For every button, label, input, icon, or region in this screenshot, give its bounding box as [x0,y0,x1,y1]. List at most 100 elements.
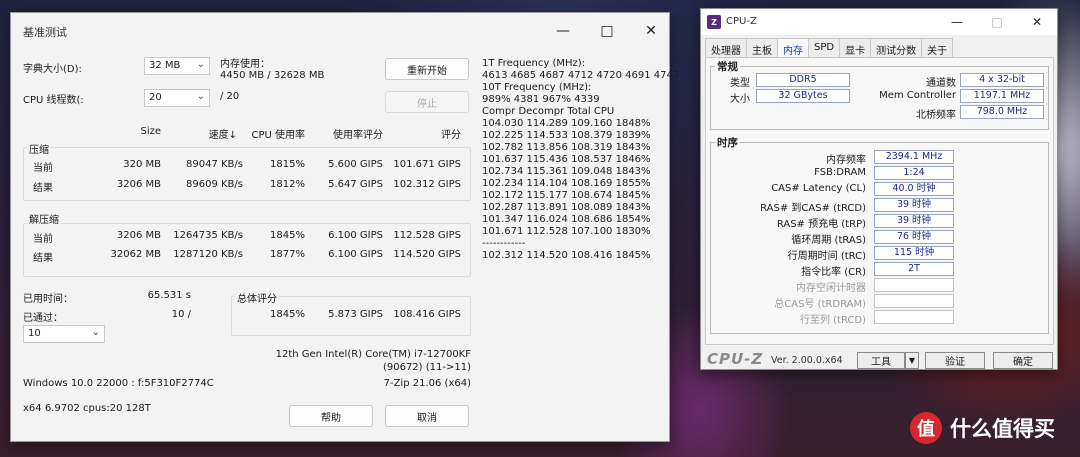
passed-value: 10 / [171,309,191,320]
compress-label: 压缩 [27,141,51,156]
tools-dropdown-icon[interactable]: ▼ [905,352,919,369]
northbridge-value: 798.0 MHz [960,105,1044,119]
row-cpu: 1815% [270,159,305,170]
col-cpu: CPU 使用率 [251,130,305,141]
elapsed-value: 65.531 s [147,290,191,301]
log-row: 102.172 115.177 108.674 1845% [482,190,651,201]
tools-button[interactable]: 工具 [857,352,905,369]
row-speed: 89047 KB/s [186,159,243,170]
timing-value: 40.0 时钟 [874,182,954,196]
title-bar: Z CPU-Z — □ ✕ [701,9,1057,35]
maximize-icon[interactable]: □ [587,13,627,49]
timing-label: 内存频率 [826,155,866,166]
row-speed: 1287120 KB/s [173,249,243,260]
total-rating-label: 总体评分 [235,290,279,305]
row-cpu: 1877% [270,249,305,260]
dict-label: 字典大小(D): [23,64,82,75]
row-size: 3206 MB [116,179,161,190]
chevron-down-icon: ⌄ [91,327,100,338]
row-name: 结果 [33,183,53,194]
freq-10t-label: 10T Frequency (MHz): [482,82,592,93]
timing-label: RAS# 预充电 (tRP) [776,219,866,230]
passes-value: 10 [28,328,41,339]
benchmark-window: 基准测试 — □ ✕ 字典大小(D): 32 MB ⌄ 内存使用： 4450 M… [10,12,679,442]
log-row: 102.287 113.891 108.089 1843% [482,202,651,213]
row-rpu: 6.100 GIPS [328,230,383,241]
threads-select[interactable]: 20 ⌄ [144,89,210,107]
maximize-icon[interactable]: □ [979,9,1015,35]
title-bar: 基准测试 — □ ✕ [11,13,669,49]
cancel-button[interactable]: 取消 [385,405,469,427]
col-rating-per-usage: 使用率评分 [333,130,383,141]
ok-button[interactable]: 确定 [993,352,1053,369]
chevron-down-icon: ⌄ [196,59,205,70]
cpuz-brand-logo: CPU-Z [707,350,764,368]
row-rpu: 5.600 GIPS [328,159,383,170]
timing-value [874,278,954,292]
tab-cpu[interactable]: 处理器 [705,38,747,58]
timing-label: 循环周期 (tRAS) [791,235,866,246]
minimize-icon[interactable]: — [543,13,583,49]
timing-value: 1:24 [874,166,954,180]
version-label: Ver. 2.00.0.x64 [771,355,843,366]
close-icon[interactable]: ✕ [631,13,671,49]
row-name: 当前 [33,163,53,174]
memctrl-value: 1197.1 MHz [960,89,1044,103]
tab-memory[interactable]: 内存 [777,38,809,59]
log-row: 101.347 116.024 108.686 1854% [482,214,651,225]
freq-1t-values: 4613 4685 4687 4712 4720 4691 4743 [482,70,680,81]
mem-value: 4450 MB / 32628 MB [220,70,325,81]
restart-button[interactable]: 重新开始 [385,58,469,80]
log-separator: ------------ [482,238,526,249]
minimize-icon[interactable]: — [939,9,975,35]
timing-value: 39 时钟 [874,198,954,212]
timing-value: 76 时钟 [874,230,954,244]
arch-info: x64 6.9702 cpus:20 128T [23,403,151,414]
footer: CPU-Z Ver. 2.00.0.x64 工具 ▼ 验证 确定 [701,349,1057,371]
stop-button[interactable]: 停止 [385,91,469,113]
timing-value [874,294,954,308]
channels-value: 4 x 32-bit [960,73,1044,87]
tab-about[interactable]: 关于 [921,38,954,58]
row-size: 320 MB [123,159,161,170]
total-rating: 108.416 GIPS [393,309,461,320]
timing-value: 2394.1 MHz [874,150,954,164]
timing-label: RAS# 到CAS# (tRCD) [760,203,866,214]
size-label: 大小 [730,94,750,105]
log-row: 104.030 114.289 109.160 1848% [482,118,651,129]
cpuz-window: Z CPU-Z — □ ✕ 处理器 主板 内存 SPD 显卡 测试分数 关于 常… [700,8,1058,370]
type-value: DDR5 [756,73,850,87]
log-header: Compr Decompr Total CPU [482,106,615,117]
close-icon[interactable]: ✕ [1019,9,1055,35]
validate-button[interactable]: 验证 [925,352,985,369]
timing-label: 行周期时间 (tRC) [787,251,866,262]
northbridge-label: 北桥频率 [916,110,956,121]
tab-graphics[interactable]: 显卡 [839,38,872,58]
mem-label: 内存使用： [220,59,270,70]
tab-spd[interactable]: SPD [808,38,841,58]
tab-mainboard[interactable]: 主板 [746,38,778,58]
row-speed: 89609 KB/s [186,179,243,190]
watermark-logo-icon: 值 [910,412,942,444]
cpu-id: (90672) (11->11) [382,362,471,373]
dict-size-select[interactable]: 32 MB ⌄ [144,57,210,75]
tab-bench[interactable]: 测试分数 [870,38,923,58]
compress-group [23,147,471,201]
row-rpu: 6.100 GIPS [328,249,383,260]
watermark: 值 什么值得买 [910,412,1055,444]
timings-label: 时序 [715,135,740,150]
row-size: 3206 MB [116,230,161,241]
zip-version: 7-Zip 21.06 (x64) [383,378,471,389]
col-speed: 速度↓ [208,130,237,141]
timing-label: 总CAS号 (tRDRAM) [774,299,866,310]
help-button[interactable]: 帮助 [289,405,373,427]
timing-label: 内存空闲计时器 [796,283,866,294]
passes-select[interactable]: 10 ⌄ [23,325,105,343]
decompress-label: 解压缩 [27,211,61,226]
channels-label: 通道数 [926,78,956,89]
chevron-down-icon: ⌄ [196,91,205,102]
timing-label: 指令比率 (CR) [801,267,866,278]
row-size: 32062 MB [110,249,161,260]
timing-value: 2T [874,262,954,276]
timing-label: FSB:DRAM [814,167,866,178]
